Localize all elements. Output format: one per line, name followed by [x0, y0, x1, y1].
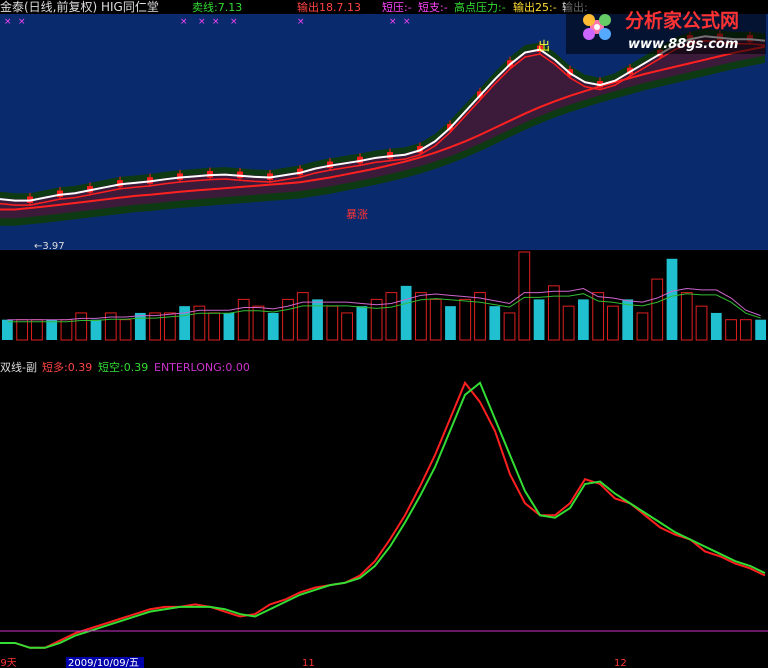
chart-title: 金泰(日线,前复权) HIG同仁堂: [0, 0, 159, 14]
volume-bar: [356, 306, 368, 340]
svg-text:×: ×: [297, 17, 305, 27]
svg-text:×: ×: [18, 17, 26, 27]
volume-bar: [755, 319, 766, 340]
svg-text:×: ×: [198, 17, 206, 27]
stock-chart[interactable]: 金泰(日线,前复权) HIG同仁堂 卖线:7.13 输出18.7.13 短压:-…: [0, 0, 768, 668]
svg-text:×: ×: [389, 17, 397, 27]
output1-label: 输出18.7.13: [297, 0, 361, 14]
volume-bar: [134, 312, 146, 340]
date-mark-12: 12: [614, 658, 627, 668]
volume-bar: [710, 312, 722, 340]
sub-title: 双线-副: [0, 360, 37, 374]
svg-text:×: ×: [403, 17, 411, 27]
watermark-name: 分析家公式网: [625, 9, 739, 32]
enterlong-label: ENTERLONG:0.00: [154, 361, 250, 374]
short-support-label: 短支:-: [418, 0, 448, 14]
volume-bar: [445, 306, 456, 340]
short-short-line: [0, 381, 766, 649]
surge-marker: 暴涨: [346, 208, 368, 221]
exit-marker: 出: [538, 39, 550, 53]
volume-bar: [489, 306, 501, 340]
sub-indicator-lines: [0, 380, 766, 649]
date-mark-11: 11: [302, 658, 315, 668]
svg-text:×: ×: [4, 17, 12, 27]
volume-bar: [223, 312, 235, 340]
volume-bar: [90, 319, 102, 340]
selected-date[interactable]: 2009/10/09/五: [68, 658, 139, 668]
volume-bar: [400, 285, 412, 340]
low-price-label: ←3.97: [34, 241, 65, 252]
volume-bar: [533, 299, 545, 340]
svg-text:×: ×: [212, 17, 220, 27]
svg-text:×: ×: [230, 17, 238, 27]
volume-bar: [666, 258, 678, 340]
date-axis: 09天 2009/10/09/五 11 12: [0, 657, 627, 668]
volume-bar: [2, 319, 13, 340]
watermark: 分析家公式网 www.88gs.com: [566, 2, 766, 54]
volume-bar: [46, 319, 58, 340]
sell-line-label: 卖线:7.13: [192, 0, 242, 14]
svg-text:×: ×: [180, 17, 188, 27]
high-press-label: 高点压力:-: [454, 0, 506, 14]
volume-bar: [578, 299, 589, 340]
volume-panel-bg: [0, 252, 768, 340]
short-long-label: 短多:0.39: [42, 360, 92, 374]
short-press-label: 短压:-: [382, 0, 412, 14]
watermark-url: www.88gs.com: [628, 37, 738, 52]
volume-bar: [267, 312, 279, 340]
sub-header: 双线-副 短多:0.39 短空:0.39 ENTERLONG:0.00: [0, 360, 250, 374]
output25-label: 输出25:-: [513, 0, 557, 14]
short-short-label: 短空:0.39: [98, 360, 148, 374]
volume-bar: [179, 306, 190, 340]
date-left-partial: 09天: [0, 658, 17, 668]
